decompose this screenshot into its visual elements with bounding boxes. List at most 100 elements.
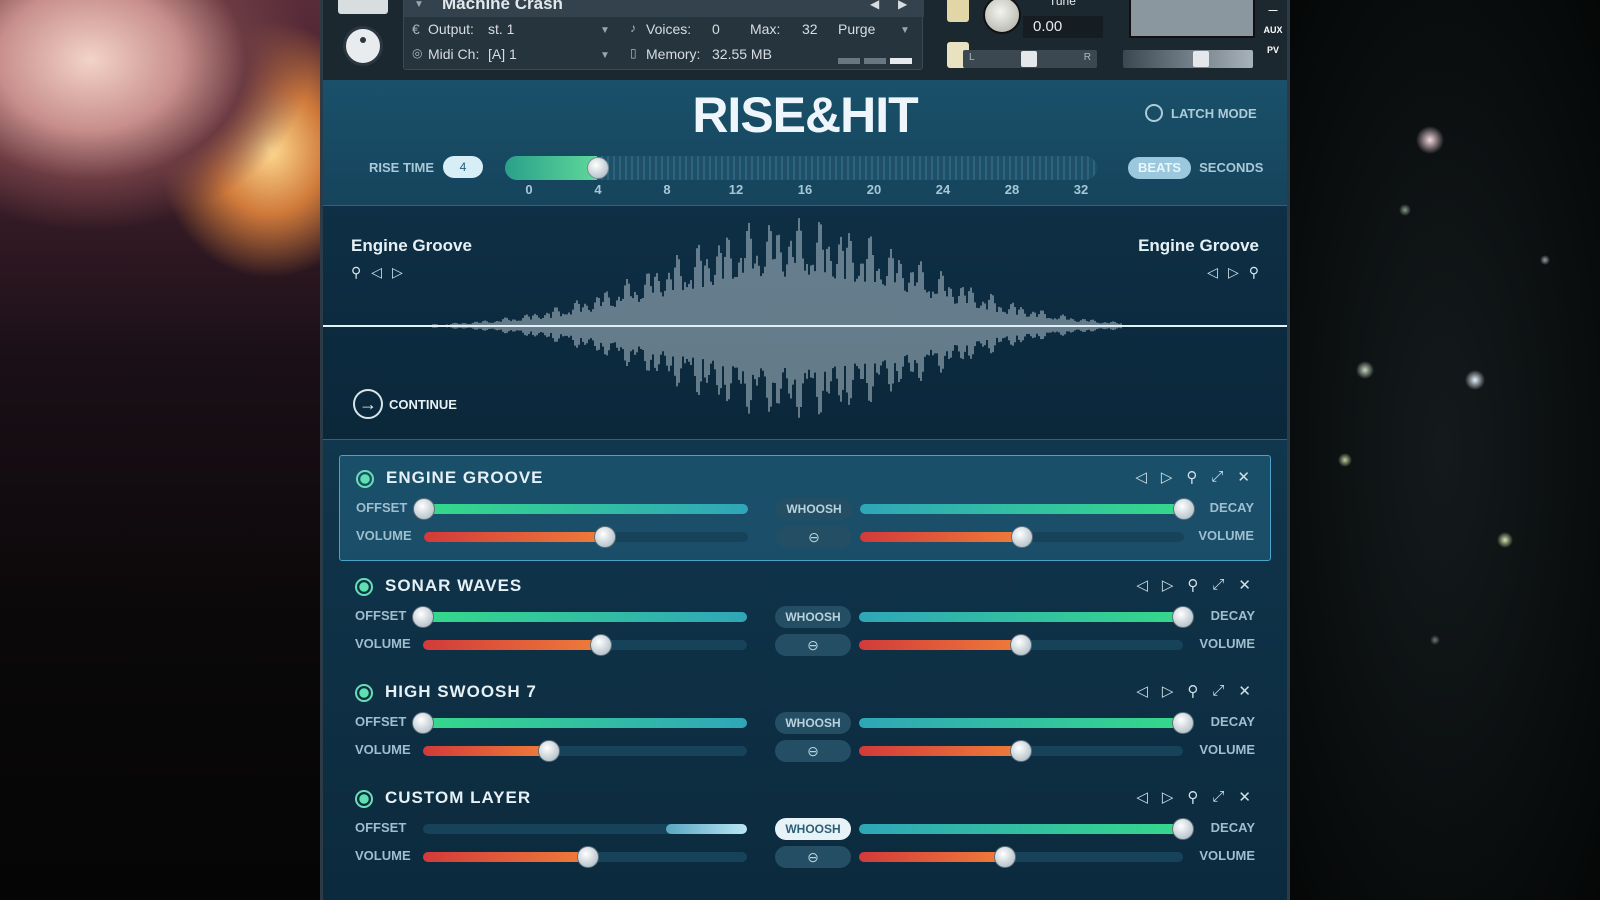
latch-mode-toggle[interactable]: LATCH MODE — [1145, 104, 1257, 122]
layer-enable-toggle[interactable] — [355, 578, 373, 596]
close-icon[interactable]: ✕ — [1238, 576, 1251, 594]
offset-slider[interactable] — [423, 824, 747, 834]
volume-left-slider[interactable] — [423, 846, 747, 868]
volume-right-thumb[interactable] — [993, 846, 1016, 868]
search-icon[interactable]: ⚲ — [1187, 682, 1198, 700]
layer-enable-toggle[interactable] — [355, 684, 373, 702]
decay-thumb[interactable] — [1173, 498, 1195, 520]
next-instrument-icon[interactable]: ▶ — [898, 0, 907, 11]
solo-button[interactable] — [947, 0, 969, 22]
prev-arrow-icon[interactable]: ◁ — [1207, 264, 1218, 281]
next-arrow-icon[interactable]: ▷ — [392, 264, 403, 281]
link-icon[interactable]: ⊖ — [776, 526, 852, 548]
volume-left-thumb[interactable] — [594, 526, 617, 548]
purge-dropdown-icon[interactable]: ▼ — [900, 25, 910, 36]
layer-enable-toggle[interactable] — [356, 470, 374, 488]
instrument-knob[interactable] — [343, 26, 383, 66]
continue-button[interactable]: → CONTINUE — [353, 389, 457, 419]
volume-right-thumb[interactable] — [1010, 634, 1032, 656]
layer-enable-toggle[interactable] — [355, 790, 373, 808]
seconds-button[interactable]: SECONDS — [1191, 157, 1271, 179]
volume-right-slider[interactable] — [860, 526, 1184, 548]
whoosh-button[interactable]: WHOOSH — [775, 606, 851, 628]
volume-left-thumb[interactable] — [538, 740, 561, 762]
beats-button[interactable]: BEATS — [1128, 157, 1192, 179]
offset-thumb[interactable] — [412, 712, 434, 734]
volume-left-slider[interactable] — [423, 740, 747, 762]
offset-slider[interactable] — [413, 498, 748, 520]
search-icon[interactable]: ⚲ — [1186, 468, 1197, 486]
link-icon[interactable]: ⊖ — [775, 740, 851, 762]
prev-arrow-icon[interactable]: ◁ — [1136, 576, 1148, 594]
volume-right-slider[interactable] — [859, 740, 1183, 762]
midi-dropdown-icon[interactable]: ▼ — [600, 50, 610, 61]
volume-right-thumb[interactable] — [1011, 526, 1033, 548]
prev-arrow-icon[interactable]: ◁ — [1135, 468, 1147, 486]
volume-right-slider[interactable] — [859, 846, 1183, 868]
tune-knob[interactable] — [983, 0, 1021, 34]
pan-thumb[interactable] — [1021, 51, 1037, 67]
collapse-icon[interactable]: ▼ — [414, 0, 424, 10]
search-icon[interactable]: ⚲ — [1187, 788, 1198, 806]
purge-label[interactable]: Purge — [838, 21, 875, 37]
decay-slider[interactable] — [860, 498, 1195, 520]
decay-thumb[interactable] — [1172, 818, 1194, 840]
prev-arrow-icon[interactable]: ◁ — [1136, 682, 1148, 700]
next-arrow-icon[interactable]: ▷ — [1228, 264, 1239, 281]
next-arrow-icon[interactable]: ▷ — [1162, 788, 1174, 806]
pv-button[interactable]: PV — [1263, 40, 1283, 60]
offset-slider[interactable] — [412, 606, 747, 628]
rise-time-value[interactable]: 4 — [443, 156, 483, 178]
offset-thumb[interactable] — [413, 498, 435, 520]
search-icon[interactable]: ⚲ — [351, 264, 361, 281]
expand-icon[interactable]: ⤢ — [1212, 682, 1224, 700]
decay-slider[interactable] — [859, 606, 1194, 628]
volume-thumb[interactable] — [1193, 51, 1209, 67]
max-voices-value[interactable]: 32 — [802, 21, 818, 37]
prev-arrow-icon[interactable]: ◁ — [1136, 788, 1148, 806]
pan-slider[interactable]: L R — [963, 50, 1097, 68]
wrench-icon[interactable] — [338, 0, 388, 14]
whoosh-button[interactable]: WHOOSH — [775, 818, 851, 840]
close-icon[interactable]: ✕ — [1237, 468, 1250, 486]
next-arrow-icon[interactable]: ▷ — [1162, 576, 1174, 594]
offset-thumb[interactable] — [412, 606, 434, 628]
volume-slider[interactable] — [1123, 50, 1253, 68]
aux-button[interactable]: AUX — [1263, 20, 1283, 40]
close-icon[interactable]: ✕ — [1238, 788, 1251, 806]
volume-left-thumb[interactable] — [577, 846, 600, 868]
next-arrow-icon[interactable]: ▷ — [1162, 682, 1174, 700]
instrument-name[interactable]: Machine Crash — [442, 0, 563, 14]
volume-left-slider[interactable] — [423, 634, 747, 656]
whoosh-button[interactable]: WHOOSH — [775, 712, 851, 734]
expand-icon[interactable]: ⤢ — [1211, 468, 1223, 486]
output-value[interactable]: st. 1 — [488, 21, 514, 37]
close-icon[interactable]: ✕ — [1238, 682, 1251, 700]
link-icon[interactable]: ⊖ — [775, 634, 851, 656]
search-icon[interactable]: ⚲ — [1187, 576, 1198, 594]
decay-thumb[interactable] — [1172, 606, 1194, 628]
midi-channel-value[interactable]: [A] 1 — [488, 46, 517, 62]
volume-right-thumb[interactable] — [1010, 740, 1032, 762]
volume-left-thumb[interactable] — [590, 634, 613, 656]
tune-value[interactable]: 0.00 — [1023, 16, 1103, 38]
minimize-icon[interactable]: — — [1263, 0, 1283, 20]
volume-right-slider[interactable] — [859, 634, 1183, 656]
next-arrow-icon[interactable]: ▷ — [1161, 468, 1173, 486]
expand-icon[interactable]: ⤢ — [1212, 788, 1224, 806]
prev-arrow-icon[interactable]: ◁ — [371, 264, 382, 281]
rise-time-slider[interactable] — [505, 156, 1097, 180]
expand-icon[interactable]: ⤢ — [1212, 576, 1224, 594]
decay-slider[interactable] — [859, 818, 1194, 840]
rise-time-thumb[interactable] — [587, 157, 609, 179]
offset-slider[interactable] — [412, 712, 747, 734]
link-icon[interactable]: ⊖ — [775, 846, 851, 868]
output-dropdown-icon[interactable]: ▼ — [600, 25, 610, 36]
decay-slider[interactable] — [859, 712, 1194, 734]
search-icon[interactable]: ⚲ — [1249, 264, 1259, 281]
decay-thumb[interactable] — [1172, 712, 1194, 734]
volume-left-slider[interactable] — [424, 526, 748, 548]
prev-instrument-icon[interactable]: ◀ — [870, 0, 879, 11]
latch-radio-icon[interactable] — [1145, 104, 1163, 122]
whoosh-button[interactable]: WHOOSH — [776, 498, 852, 520]
